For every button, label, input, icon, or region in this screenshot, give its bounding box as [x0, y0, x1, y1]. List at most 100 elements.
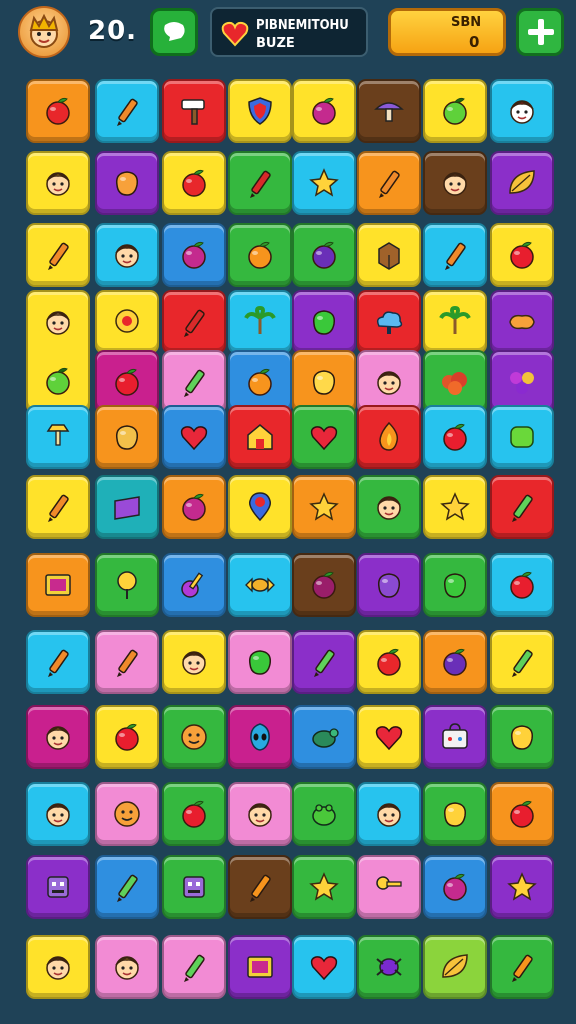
- tile-r10-c7[interactable]: [423, 705, 487, 769]
- tile-r2-c7[interactable]: [423, 151, 487, 215]
- tile-r2-c8[interactable]: [490, 151, 554, 215]
- tile-r11-c6[interactable]: [357, 782, 421, 846]
- tile-r10-c2[interactable]: [95, 705, 159, 769]
- tile-r9-c5[interactable]: [292, 630, 356, 694]
- tile-r8-c1[interactable]: [26, 553, 90, 617]
- tile-r8-c2[interactable]: [95, 553, 159, 617]
- tile-r7-c6[interactable]: [357, 475, 421, 539]
- tile-r2-c5[interactable]: [292, 151, 356, 215]
- tile-r7-c4[interactable]: [228, 475, 292, 539]
- tile-r12-c6[interactable]: [357, 855, 421, 919]
- tile-r4-c1[interactable]: [26, 290, 90, 414]
- tile-r13-c2[interactable]: [95, 935, 159, 999]
- tile-r2-c6[interactable]: [357, 151, 421, 215]
- tile-r8-c8[interactable]: [490, 553, 554, 617]
- tile-r4-c8[interactable]: [490, 290, 554, 354]
- tile-r10-c3[interactable]: [162, 705, 226, 769]
- tile-r3-c7[interactable]: [423, 223, 487, 287]
- tile-r1-c2[interactable]: [95, 79, 159, 143]
- tile-r7-c1[interactable]: [26, 475, 90, 539]
- tile-r12-c5[interactable]: [292, 855, 356, 919]
- tile-r7-c7[interactable]: [423, 475, 487, 539]
- tile-r11-c3[interactable]: [162, 782, 226, 846]
- tile-r12-c3[interactable]: [162, 855, 226, 919]
- tile-r2-c1[interactable]: [26, 151, 90, 215]
- red-apple-icon: [109, 364, 145, 400]
- guitar-icon: [176, 567, 212, 603]
- tile-r12-c1[interactable]: [26, 855, 90, 919]
- tile-r6-c1[interactable]: [26, 405, 90, 469]
- tile-r3-c2[interactable]: [95, 223, 159, 287]
- tile-r7-c8[interactable]: [490, 475, 554, 539]
- tile-r9-c1[interactable]: [26, 630, 90, 694]
- tile-r7-c3[interactable]: [162, 475, 226, 539]
- tile-r4-c6[interactable]: [357, 290, 421, 354]
- tile-r13-c5[interactable]: [292, 935, 356, 999]
- tile-r1-c6[interactable]: [357, 79, 421, 143]
- tile-r10-c8[interactable]: [490, 705, 554, 769]
- tile-r1-c3[interactable]: [162, 79, 226, 143]
- tile-r11-c1[interactable]: [26, 782, 90, 846]
- tile-r4-c3[interactable]: [162, 290, 226, 354]
- tile-r2-c4[interactable]: [228, 151, 292, 215]
- robot-icon: [40, 869, 76, 905]
- tile-r9-c6[interactable]: [357, 630, 421, 694]
- tile-r9-c7[interactable]: [423, 630, 487, 694]
- tile-r2-c2[interactable]: [95, 151, 159, 215]
- tile-r12-c2[interactable]: [95, 855, 159, 919]
- tile-r3-c1[interactable]: [26, 223, 90, 287]
- tile-r1-c4[interactable]: [228, 79, 292, 143]
- tile-r7-c2[interactable]: [95, 475, 159, 539]
- tile-r4-c5[interactable]: [292, 290, 356, 354]
- tile-r7-c5[interactable]: [292, 475, 356, 539]
- tile-r3-c4[interactable]: [228, 223, 292, 287]
- tile-r13-c7[interactable]: [423, 935, 487, 999]
- tile-r1-c1[interactable]: [26, 79, 90, 143]
- tile-r11-c8[interactable]: [490, 782, 554, 846]
- tile-r10-c5[interactable]: [292, 705, 356, 769]
- tile-r11-c5[interactable]: [292, 782, 356, 846]
- tile-r13-c8[interactable]: [490, 935, 554, 999]
- tile-r3-c3[interactable]: [162, 223, 226, 287]
- tile-r6-c7[interactable]: [423, 405, 487, 469]
- tile-r13-c3[interactable]: [162, 935, 226, 999]
- tile-r6-c2[interactable]: [95, 405, 159, 469]
- tile-r1-c8[interactable]: [490, 79, 554, 143]
- crayon-icon: [40, 237, 76, 273]
- tile-r4-c4[interactable]: [228, 290, 292, 354]
- tile-r8-c3[interactable]: [162, 553, 226, 617]
- tile-r3-c6[interactable]: [357, 223, 421, 287]
- tile-r6-c4[interactable]: [228, 405, 292, 469]
- tile-r4-c7[interactable]: [423, 290, 487, 354]
- tile-r12-c8[interactable]: [490, 855, 554, 919]
- tile-r2-c3[interactable]: [162, 151, 226, 215]
- tile-r6-c6[interactable]: [357, 405, 421, 469]
- tile-r13-c4[interactable]: [228, 935, 292, 999]
- tile-r9-c4[interactable]: [228, 630, 292, 694]
- tile-r10-c6[interactable]: [357, 705, 421, 769]
- tile-r9-c3[interactable]: [162, 630, 226, 694]
- tile-r12-c7[interactable]: [423, 855, 487, 919]
- tile-r11-c2[interactable]: [95, 782, 159, 846]
- tile-r10-c1[interactable]: [26, 705, 90, 769]
- tile-r8-c4[interactable]: [228, 553, 292, 617]
- tile-r8-c7[interactable]: [423, 553, 487, 617]
- tile-r8-c5[interactable]: [292, 553, 356, 617]
- tile-r10-c4[interactable]: [228, 705, 292, 769]
- tile-r1-c7[interactable]: [423, 79, 487, 143]
- tile-r9-c8[interactable]: [490, 630, 554, 694]
- tile-r1-c5[interactable]: [292, 79, 356, 143]
- tile-r13-c6[interactable]: [357, 935, 421, 999]
- tile-r3-c8[interactable]: [490, 223, 554, 287]
- tile-r8-c6[interactable]: [357, 553, 421, 617]
- tile-r12-c4[interactable]: [228, 855, 292, 919]
- tile-r13-c1[interactable]: [26, 935, 90, 999]
- tile-r11-c7[interactable]: [423, 782, 487, 846]
- tile-r4-c2[interactable]: [95, 290, 159, 354]
- tile-r3-c5[interactable]: [292, 223, 356, 287]
- tile-r6-c5[interactable]: [292, 405, 356, 469]
- tile-r9-c2[interactable]: [95, 630, 159, 694]
- tile-r11-c4[interactable]: [228, 782, 292, 846]
- tile-r6-c8[interactable]: [490, 405, 554, 469]
- tile-r6-c3[interactable]: [162, 405, 226, 469]
